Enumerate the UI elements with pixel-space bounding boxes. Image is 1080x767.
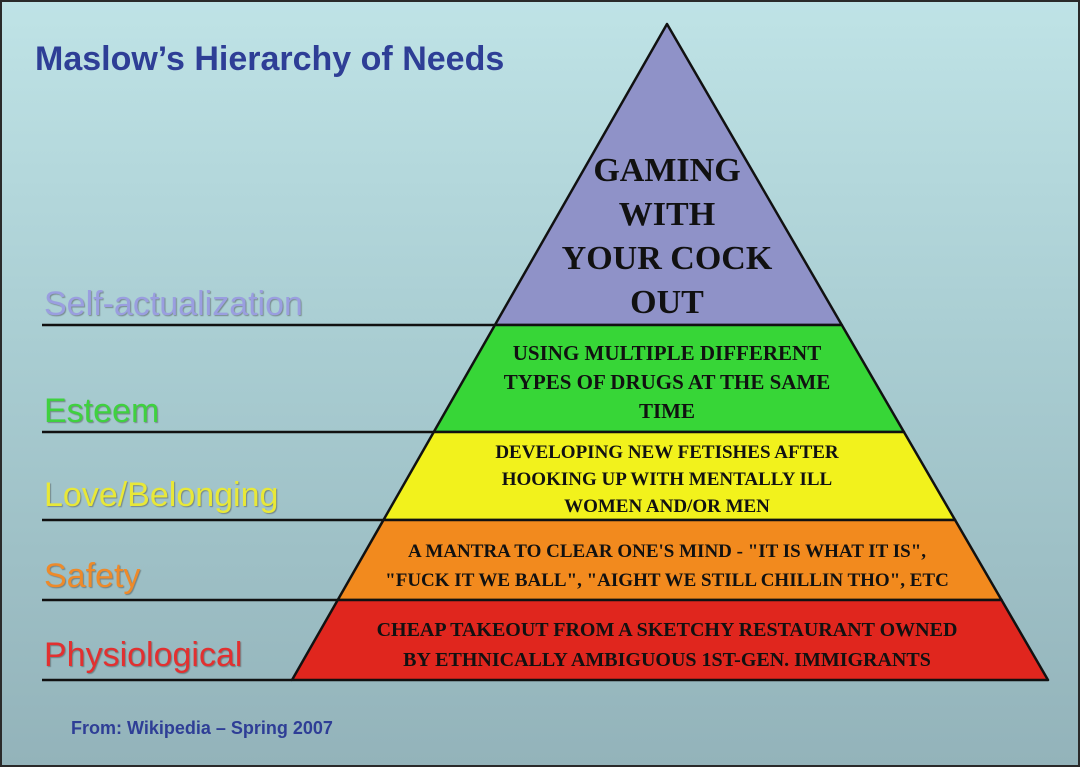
level-label-self-actualization: Self-actualization: [44, 285, 303, 323]
source-note: From: Wikipedia – Spring 2007: [71, 718, 333, 738]
level-label-safety: Safety: [44, 557, 141, 595]
tier-line: TYPES OF DRUGS AT THE SAME: [503, 370, 831, 394]
tier-text-physiological: CHEAP TAKEOUT FROM A SKETCHY RESTAURANT …: [309, 611, 1024, 678]
level-label-esteem: Esteem: [44, 392, 160, 430]
tier-line: GAMING: [593, 152, 741, 189]
tier-line: "FUCK IT WE BALL", "AIGHT WE STILL CHILL…: [385, 570, 949, 591]
tier-text-safety: A MANTRA TO CLEAR ONE'S MIND - "IT IS WH…: [355, 532, 980, 600]
level-label-physiological: Physiological: [44, 636, 243, 674]
tier-line: USING MULTIPLE DIFFERENT: [512, 341, 822, 365]
level-label-love-belonging: Love/Belonging: [44, 476, 279, 514]
diagram-canvas: Maslow’s Hierarchy of Needs Self-actuali…: [0, 0, 1080, 767]
tier-line: DEVELOPING NEW FETISHES AFTER: [495, 441, 839, 463]
tier-line: OUT: [630, 284, 704, 321]
tier-line: A MANTRA TO CLEAR ONE'S MIND - "IT IS WH…: [407, 541, 927, 562]
tier-line: WOMEN AND/OR MEN: [564, 495, 770, 517]
tier-line: WITH: [618, 196, 716, 233]
tier-text-love-belonging: DEVELOPING NEW FETISHES AFTER HOOKING UP…: [405, 439, 929, 519]
tier-line: YOUR COCK: [561, 240, 773, 277]
tier-line: HOOKING UP WITH MENTALLY ILL: [501, 468, 833, 490]
tier-line: BY ETHNICALLY AMBIGUOUS 1ST-GEN. IMMIGRA…: [403, 648, 931, 671]
tier-text-esteem: USING MULTIPLE DIFFERENT TYPES OF DRUGS …: [460, 338, 873, 427]
tier-line: TIME: [638, 399, 695, 423]
tier-line: CHEAP TAKEOUT FROM A SKETCHY RESTAURANT …: [376, 618, 958, 641]
tier-text-self-actualization: GAMING WITH YOUR COCK OUT: [544, 150, 789, 324]
